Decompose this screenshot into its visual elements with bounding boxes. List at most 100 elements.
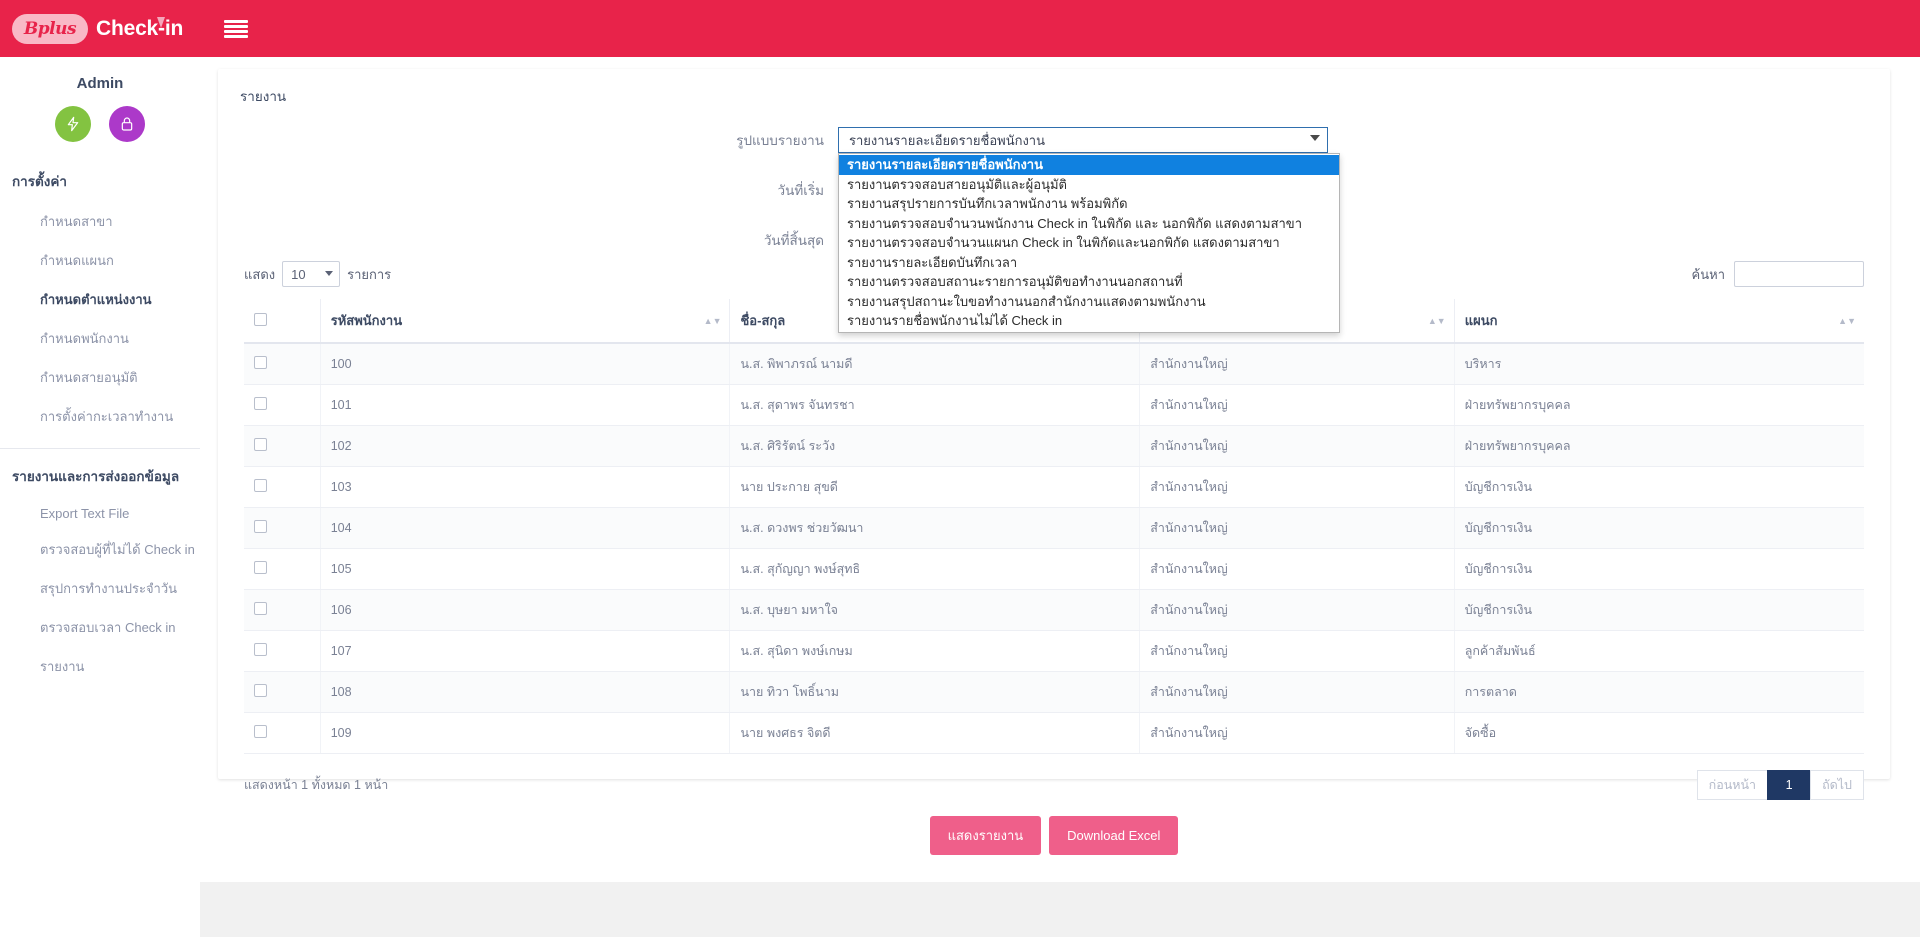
column-header-employee-id[interactable]: รหัสพนักงาน ▲▼ <box>320 299 730 343</box>
lock-button[interactable] <box>109 106 145 142</box>
lightning-bolt-button[interactable] <box>55 106 91 142</box>
table-row[interactable]: 101 น.ส. สุดาพร จันทรชา สำนักงานใหญ่ ฝ่า… <box>244 385 1864 426</box>
table-section: แสดง 10 รายการ ค้นหา <box>218 257 1890 855</box>
row-checkbox[interactable] <box>254 397 267 410</box>
pagination-page-1[interactable]: 1 <box>1767 770 1811 800</box>
table-row[interactable]: 108 นาย ทิวา โพธิ์นาม สำนักงานใหญ่ การตล… <box>244 672 1864 713</box>
cell-name: น.ส. พิพาภรณ์ นามดี <box>730 343 1140 385</box>
sidebar-heading-settings: การตั้งค่า <box>0 160 200 202</box>
cell-branch: สำนักงานใหญ่ <box>1140 590 1454 631</box>
dropdown-option[interactable]: รายงานสรุปสถานะใบขอทำงานนอกสำนักงานแสดงต… <box>839 292 1339 312</box>
cell-department: ฝ่ายทรัพยากรบุคคล <box>1454 426 1864 467</box>
table-row[interactable]: 106 น.ส. บุษยา มหาใจ สำนักงานใหญ่ บัญชีก… <box>244 590 1864 631</box>
select-all-header[interactable] <box>244 299 320 343</box>
cell-name: น.ส. สุดาพร จันทรชา <box>730 385 1140 426</box>
download-excel-button[interactable]: Download Excel <box>1049 816 1178 855</box>
content-card: รายงาน รูปแบบรายงาน รายงานรายละเอียดรายช… <box>218 69 1890 779</box>
search-input[interactable] <box>1734 261 1864 287</box>
row-checkbox[interactable] <box>254 602 267 615</box>
pagination-next[interactable]: ถัดไป <box>1810 770 1864 800</box>
cell-name: น.ส. สุกัญญา พงษ์สุทธิ <box>730 549 1140 590</box>
row-checkbox-cell[interactable] <box>244 426 320 467</box>
report-type-select[interactable]: รายงานรายละเอียดรายชื่อพนักงาน <box>838 127 1328 153</box>
row-checkbox[interactable] <box>254 725 267 738</box>
pagination-prev[interactable]: ก่อนหน้า <box>1697 770 1768 800</box>
table-row[interactable]: 103 นาย ประกาย สุขดี สำนักงานใหญ่ บัญชีก… <box>244 467 1864 508</box>
row-checkbox-cell[interactable] <box>244 713 320 754</box>
cell-employee-id: 101 <box>320 385 730 426</box>
dropdown-option[interactable]: รายงานตรวจสอบสถานะรายการอนุมัติขอทำงานนอ… <box>839 272 1339 292</box>
entries-select[interactable]: 10 <box>282 261 340 287</box>
dropdown-option[interactable]: รายงานรายละเอียดบันทึกเวลา <box>839 253 1339 273</box>
row-checkbox[interactable] <box>254 520 267 533</box>
cell-branch: สำนักงานใหญ่ <box>1140 508 1454 549</box>
dropdown-option[interactable]: รายงานตรวจสอบจำนวนพนักงาน Check in ในพิก… <box>839 214 1339 234</box>
table-row[interactable]: 104 น.ส. ดวงพร ช่วยวัฒนา สำนักงานใหญ่ บั… <box>244 508 1864 549</box>
table-row[interactable]: 109 นาย พงศธร จิตดี สำนักงานใหญ่ จัดซื้อ <box>244 713 1864 754</box>
cell-employee-id: 106 <box>320 590 730 631</box>
dropdown-option[interactable]: รายงานรายละเอียดรายชื่อพนักงาน <box>839 155 1339 175</box>
cell-department: บริหาร <box>1454 343 1864 385</box>
cell-branch: สำนักงานใหญ่ <box>1140 385 1454 426</box>
sidebar-item-check-in-time[interactable]: ตรวจสอบเวลา Check in <box>0 608 200 647</box>
sort-icon: ▲▼ <box>1838 317 1856 325</box>
dropdown-option[interactable]: รายงานตรวจสอบจำนวนแผนก Check in ในพิกัดแ… <box>839 233 1339 253</box>
admin-label: Admin <box>0 65 200 98</box>
sort-icon: ▲▼ <box>1428 317 1446 325</box>
cell-department: บัญชีการเงิน <box>1454 508 1864 549</box>
row-checkbox[interactable] <box>254 684 267 697</box>
table-row[interactable]: 102 น.ส. ศิริรัตน์ ระวัง สำนักงานใหญ่ ฝ่… <box>244 426 1864 467</box>
cell-name: น.ส. สุนิดา พงษ์เกษม <box>730 631 1140 672</box>
row-checkbox-cell[interactable] <box>244 672 320 713</box>
sidebar-item-not-checked-in[interactable]: ตรวจสอบผู้ที่ไม่ได้ Check in <box>0 530 200 569</box>
row-checkbox[interactable] <box>254 438 267 451</box>
report-type-dropdown-list[interactable]: รายงานรายละเอียดรายชื่อพนักงาน รายงานตรว… <box>838 153 1340 333</box>
sidebar-group-reports: รายงานและการส่งออกข้อมูล Export Text Fil… <box>0 455 200 686</box>
select-all-checkbox[interactable] <box>254 313 267 326</box>
dropdown-option[interactable]: รายงานตรวจสอบสายอนุมัติและผู้อนุมัติ <box>839 175 1339 195</box>
brand-logo[interactable]: Bplus Check-in <box>0 0 200 57</box>
quick-action-buttons <box>0 98 200 160</box>
dropdown-option[interactable]: รายงานสรุปรายการบันทึกเวลาพนักงาน พร้อมพ… <box>839 194 1339 214</box>
row-checkbox[interactable] <box>254 643 267 656</box>
hamburger-icon[interactable] <box>224 18 248 40</box>
show-label: แสดง <box>244 264 275 285</box>
row-checkbox-cell[interactable] <box>244 631 320 672</box>
entries-label: รายการ <box>347 264 391 285</box>
row-checkbox[interactable] <box>254 356 267 369</box>
row-checkbox-cell[interactable] <box>244 467 320 508</box>
sidebar-item-branch[interactable]: กำหนดสาขา <box>0 202 200 241</box>
sidebar-item-department[interactable]: กำหนดแผนก <box>0 241 200 280</box>
sidebar-item-export-text-file[interactable]: Export Text File <box>0 497 200 530</box>
start-date-label: วันที่เริ่ม <box>218 179 838 201</box>
app-root: Bplus Check-in Admin <box>0 0 1920 937</box>
sidebar-heading-reports: รายงานและการส่งออกข้อมูล <box>0 455 200 497</box>
page-bottom-strip <box>200 882 1920 937</box>
row-checkbox[interactable] <box>254 479 267 492</box>
sidebar-item-daily-summary[interactable]: สรุปการทำงานประจำวัน <box>0 569 200 608</box>
row-checkbox-cell[interactable] <box>244 549 320 590</box>
table-row[interactable]: 100 น.ส. พิพาภรณ์ นามดี สำนักงานใหญ่ บริ… <box>244 343 1864 385</box>
sidebar-item-shift-settings[interactable]: การตั้งค่ากะเวลาทำงาน <box>0 397 200 436</box>
row-checkbox-cell[interactable] <box>244 590 320 631</box>
cell-branch: สำนักงานใหญ่ <box>1140 467 1454 508</box>
cell-branch: สำนักงานใหญ่ <box>1140 672 1454 713</box>
show-report-button[interactable]: แสดงรายงาน <box>930 816 1042 855</box>
row-checkbox-cell[interactable] <box>244 385 320 426</box>
top-bar: Bplus Check-in <box>0 0 1920 57</box>
row-checkbox-cell[interactable] <box>244 343 320 385</box>
table-row[interactable]: 105 น.ส. สุกัญญา พงษ์สุทธิ สำนักงานใหญ่ … <box>244 549 1864 590</box>
sidebar-item-position[interactable]: กำหนดตำแหน่งงาน <box>0 280 200 319</box>
report-type-label: รูปแบบรายงาน <box>218 129 838 151</box>
cell-employee-id: 103 <box>320 467 730 508</box>
row-checkbox-cell[interactable] <box>244 508 320 549</box>
app-name: Check-in <box>96 17 183 41</box>
row-checkbox[interactable] <box>254 561 267 574</box>
column-header-department[interactable]: แผนก ▲▼ <box>1454 299 1864 343</box>
sidebar-item-employee[interactable]: กำหนดพนักงาน <box>0 319 200 358</box>
sidebar-item-reports[interactable]: รายงาน <box>0 647 200 686</box>
dropdown-option[interactable]: รายงานรายชื่อพนักงานไม่ได้ Check in <box>839 311 1339 331</box>
sidebar-item-approval-line[interactable]: กำหนดสายอนุมัติ <box>0 358 200 397</box>
cell-employee-id: 104 <box>320 508 730 549</box>
table-row[interactable]: 107 น.ส. สุนิดา พงษ์เกษม สำนักงานใหญ่ ลู… <box>244 631 1864 672</box>
